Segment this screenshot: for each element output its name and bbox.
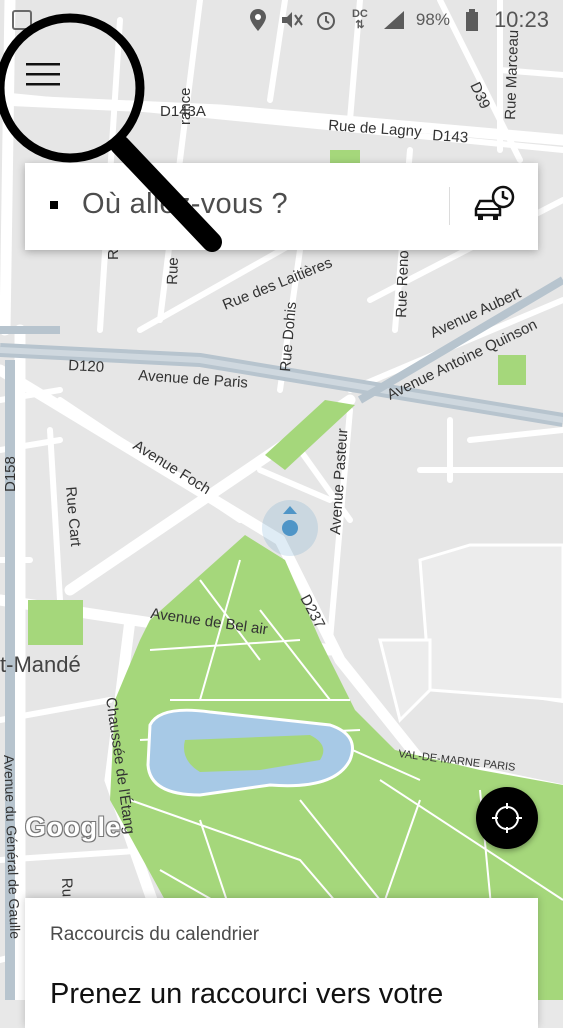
label-rue-marceau: Rue Marceau bbox=[502, 30, 522, 121]
data-network-icon: DC ⇅ bbox=[348, 8, 372, 32]
label-ru: Ru bbox=[58, 878, 76, 898]
schedule-ride-button[interactable] bbox=[472, 185, 516, 227]
map-block bbox=[418, 543, 563, 702]
label-saint-mande: t-Mandé bbox=[0, 652, 81, 677]
park bbox=[498, 355, 526, 385]
alarm-icon bbox=[314, 8, 338, 32]
clock: 10:23 bbox=[493, 7, 549, 32]
car-clock-icon bbox=[474, 185, 515, 220]
gallery-icon bbox=[12, 10, 32, 30]
destination-search-bar[interactable]: Où allez-vous ? bbox=[25, 163, 538, 250]
destination-placeholder[interactable]: Où allez-vous ? bbox=[82, 188, 288, 221]
mute-icon bbox=[280, 8, 304, 32]
label-rue-renon: Rue Renon bbox=[393, 242, 413, 318]
menu-button[interactable] bbox=[20, 55, 66, 95]
calendar-shortcuts-body: Prenez un raccourci vers votre bbox=[50, 978, 444, 1010]
battery-icon bbox=[460, 8, 484, 32]
label-d158: D158 bbox=[2, 456, 19, 492]
crosshair-icon bbox=[492, 803, 522, 833]
label-d120: D120 bbox=[68, 357, 105, 376]
recenter-location-button[interactable] bbox=[476, 787, 538, 849]
park bbox=[28, 600, 83, 645]
calendar-shortcuts-title: Raccourcis du calendrier bbox=[50, 924, 260, 945]
destination-square-icon bbox=[50, 201, 58, 209]
label-d143: D143 bbox=[432, 127, 469, 146]
calendar-shortcuts-card[interactable]: Raccourcis du calendrier Prenez un racco… bbox=[25, 898, 538, 1028]
label-rance: rance bbox=[177, 87, 194, 125]
data-arrows-icon: ⇅ bbox=[355, 19, 365, 31]
status-bar: DC ⇅ 98% 10:23 bbox=[0, 0, 563, 40]
map[interactable]: D143A Rue de Lagny D143 D39 Rue Marceau … bbox=[0, 0, 563, 1000]
hamburger-icon bbox=[26, 63, 60, 86]
label-rue-top: Rue bbox=[164, 257, 182, 285]
location-pin-icon bbox=[246, 8, 270, 32]
divider bbox=[449, 187, 450, 225]
google-logo: Google bbox=[25, 812, 121, 842]
current-location-dot bbox=[282, 520, 298, 536]
signal-icon bbox=[382, 8, 406, 32]
battery-percent: 98% bbox=[415, 10, 450, 29]
